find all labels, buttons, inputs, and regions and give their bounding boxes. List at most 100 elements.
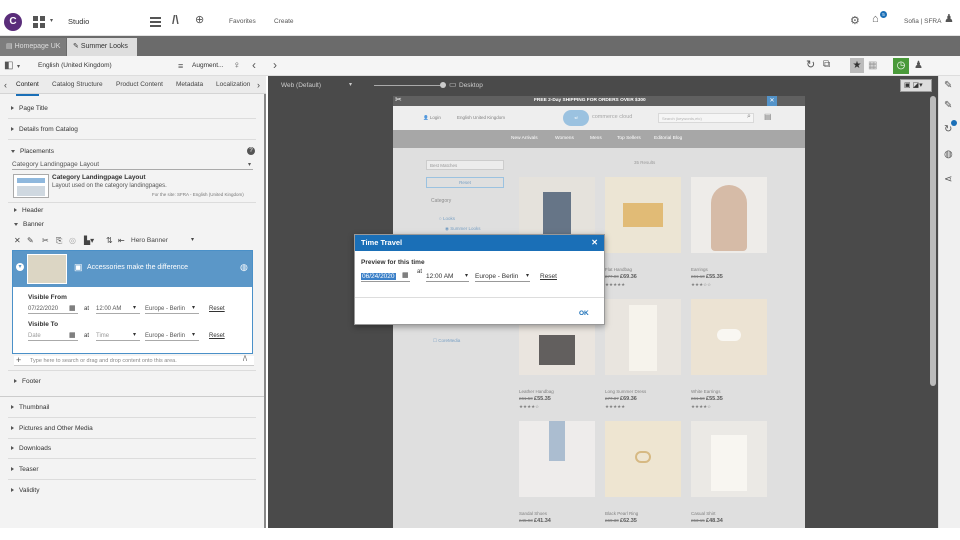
from-timezone-select[interactable]: Europe - Berlin	[145, 304, 199, 314]
globe-icon[interactable]: ◍	[944, 149, 953, 161]
placement-banner[interactable]: Banner	[14, 221, 44, 228]
viewport-slider[interactable]	[374, 85, 444, 86]
star-icon[interactable]: ★	[850, 58, 864, 73]
augment-label[interactable]: Augment...	[192, 62, 223, 69]
analytics-icon[interactable]: /\	[172, 13, 179, 27]
calendar-icon[interactable]: ▦	[69, 304, 76, 312]
external-link-icon[interactable]: ⧉	[823, 59, 830, 71]
section-placements[interactable]: Placements	[11, 148, 54, 155]
section-details[interactable]: Details from Catalog	[11, 126, 78, 133]
link-icon[interactable]: ⇤	[118, 236, 125, 245]
banner-item: ▾ ▣ Accessories make the difference ◍ Vi…	[12, 250, 253, 354]
chevron-down-icon[interactable]: ▾	[192, 304, 195, 311]
placement-footer[interactable]: Footer	[14, 378, 41, 385]
calendar-icon[interactable]: ▦	[69, 331, 76, 339]
ok-button[interactable]: OK	[579, 310, 589, 317]
sync-icon[interactable]: ↻	[944, 124, 952, 136]
user-icon[interactable]: ♟	[944, 12, 954, 25]
hero-banner-select[interactable]: Hero Banner	[131, 237, 168, 244]
help-icon[interactable]: ?	[247, 147, 255, 155]
share-icon[interactable]: ⋖	[944, 174, 952, 186]
scroll-right-icon[interactable]: ›	[257, 76, 260, 94]
library-icon[interactable]	[150, 16, 161, 27]
target-icon[interactable]: ⊕	[195, 13, 204, 26]
apps-grid-icon[interactable]	[33, 16, 45, 28]
preview-scrollbar[interactable]	[930, 96, 936, 386]
to-timezone-select[interactable]: Europe - Berlin	[145, 331, 199, 341]
chevron-down-icon[interactable]: ▾	[50, 17, 53, 24]
paste-icon[interactable]: ⎘	[56, 236, 62, 246]
expand-right-icon[interactable]: ›	[273, 59, 277, 71]
at-label: at	[84, 333, 90, 339]
collapse-left-icon[interactable]: ‹	[252, 59, 256, 71]
close-icon[interactable]: ✕	[591, 235, 598, 251]
lightbulb-icon[interactable]: ♀	[233, 60, 241, 72]
section-label: Details from Catalog	[19, 126, 78, 133]
edit-pencil-icon[interactable]: ✎	[944, 80, 952, 92]
settings-icon[interactable]: ◎	[69, 236, 76, 245]
timezone-value: Europe - Berlin	[475, 273, 519, 280]
app-logo[interactable]: C	[4, 13, 22, 31]
reset-link[interactable]: Reset	[540, 273, 557, 280]
timezone-select[interactable]: Europe - Berlin ▾	[475, 271, 530, 282]
chevron-down-icon[interactable]: ▾	[191, 236, 194, 243]
tab-catalog-structure[interactable]: Catalog Structure	[52, 76, 103, 94]
time-select[interactable]: 12:00 AM ▾	[426, 271, 469, 282]
layout-select[interactable]: Category Landingpage Layout ▾	[12, 160, 253, 170]
tab-localization[interactable]: Localization	[216, 76, 250, 94]
tab-homepage-uk[interactable]: ▤ Homepage UK	[0, 38, 67, 56]
section-page-title[interactable]: Page Title	[11, 105, 48, 112]
document-tabs: ▤ Homepage UK ✎ Summer Looks ✕	[0, 36, 960, 68]
layout-title: Category Landingpage Layout	[52, 174, 146, 181]
remove-icon[interactable]: ✕	[14, 236, 21, 245]
placement-header[interactable]: Header	[14, 207, 43, 214]
tab-content[interactable]: Content	[16, 76, 39, 96]
app-name: Studio	[68, 17, 90, 26]
image-icon[interactable]: ▦	[868, 60, 877, 72]
device-select[interactable]: Web (Default)	[281, 82, 321, 89]
filter-icon[interactable]: ≡	[178, 60, 183, 72]
cut-icon[interactable]: ✂	[42, 236, 49, 245]
content-type-icon[interactable]: ▙▾	[84, 236, 94, 245]
library-icon[interactable]: /\	[243, 356, 247, 363]
favorites-link[interactable]: Favorites	[229, 18, 256, 25]
share-icon[interactable]: ⚙	[850, 14, 860, 27]
section-validity[interactable]: Validity	[11, 487, 39, 494]
tab-summer-looks[interactable]: ✎ Summer Looks ✕	[67, 38, 137, 68]
add-icon[interactable]: +	[16, 355, 21, 365]
banner-item-header[interactable]: ▾ ▣ Accessories make the difference ◍	[13, 251, 252, 287]
user-name[interactable]: Sofia | SFRA	[904, 18, 941, 25]
collapse-icon[interactable]: ▾	[16, 263, 24, 271]
reset-from-link[interactable]: Reset	[209, 306, 225, 312]
chevron-down-icon[interactable]: ▾	[192, 331, 195, 338]
globe-icon[interactable]: ◍	[240, 262, 248, 273]
calendar-icon[interactable]: ▦	[402, 271, 409, 279]
scroll-left-icon[interactable]: ‹	[4, 76, 7, 94]
user-group-icon[interactable]: ♟	[914, 60, 923, 72]
section-downloads[interactable]: Downloads	[11, 445, 51, 452]
chevron-down-icon: ▾	[464, 273, 468, 279]
tab-product-content[interactable]: Product Content	[116, 76, 163, 94]
banner-item-title: Accessories make the difference	[87, 264, 189, 271]
layout-icon[interactable]: ◧	[4, 60, 13, 72]
slider-handle[interactable]	[440, 82, 446, 88]
notifications-icon[interactable]: ⌂	[872, 13, 879, 25]
section-teaser[interactable]: Teaser	[11, 466, 39, 473]
chevron-down-icon[interactable]: ▾	[17, 61, 20, 73]
edit-icon[interactable]: ✎	[27, 236, 34, 245]
chevron-down-icon[interactable]: ▾	[133, 304, 136, 311]
reset-to-link[interactable]: Reset	[209, 333, 225, 339]
content-search-input[interactable]: Type here to search or drag and drop con…	[30, 358, 177, 364]
tab-metadata[interactable]: Metadata	[176, 76, 203, 94]
banner-toolbar: ✕ ✎ ✂ ⎘ ◎ ▙▾ ⇅ ⇤ Hero Banner ▾	[14, 236, 254, 248]
preview-mode-toggle[interactable]: ▣ ◪▾	[900, 79, 932, 92]
create-link[interactable]: Create	[274, 18, 294, 25]
chevron-down-icon[interactable]: ▾	[349, 81, 352, 88]
section-thumbnail[interactable]: Thumbnail	[11, 404, 49, 411]
time-travel-icon[interactable]: ◷	[893, 58, 909, 74]
edit-off-icon[interactable]: ✎	[944, 100, 952, 112]
section-pictures[interactable]: Pictures and Other Media	[11, 425, 93, 432]
chevron-down-icon[interactable]: ▾	[133, 331, 136, 338]
sort-icon[interactable]: ⇅	[106, 236, 113, 245]
refresh-icon[interactable]: ↻	[806, 59, 815, 71]
